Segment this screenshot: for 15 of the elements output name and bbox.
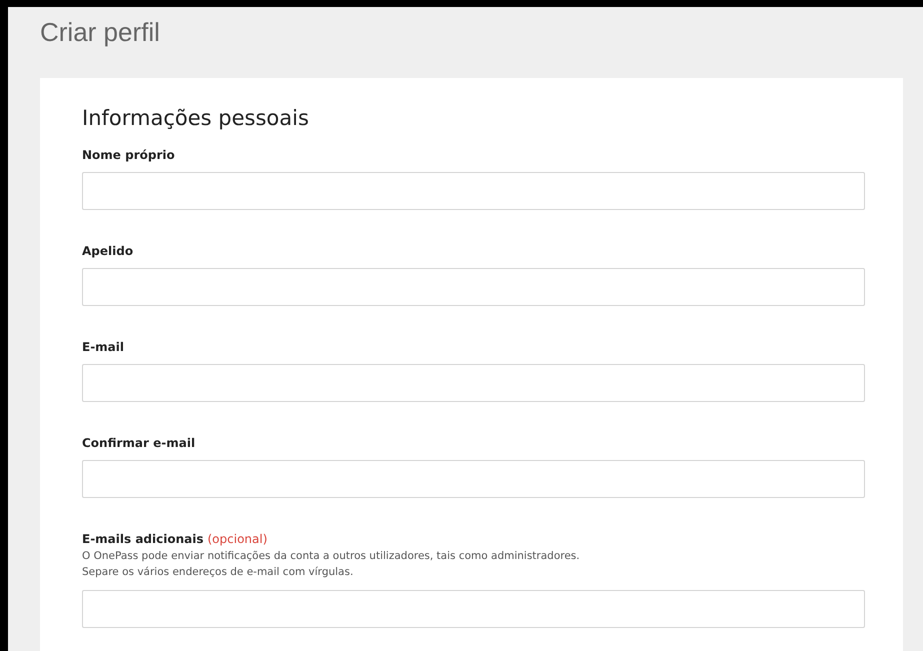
field-label: E-mail <box>82 340 124 354</box>
field-label: E-mails adicionais <box>82 532 204 546</box>
optional-tag: (opcional) <box>208 532 268 546</box>
input-field[interactable] <box>82 364 865 402</box>
input-field[interactable] <box>82 590 865 628</box>
input-field[interactable] <box>82 172 865 210</box>
input-field[interactable] <box>82 268 865 306</box>
input-field[interactable] <box>82 460 865 498</box>
field-label: Nome próprio <box>82 148 175 162</box>
field-label: Confirmar e-mail <box>82 436 196 450</box>
section-heading: Informações pessoais <box>82 106 310 130</box>
page-title: Criar perfil <box>40 16 161 49</box>
field-label: Apelido <box>82 244 134 258</box>
field-description: O OnePass pode enviar notificações da conta a outros utilizadores, tais como administradores. <box>82 549 581 564</box>
field-description: Separe os vários endereços de e-mail com vírgulas. <box>82 565 354 580</box>
